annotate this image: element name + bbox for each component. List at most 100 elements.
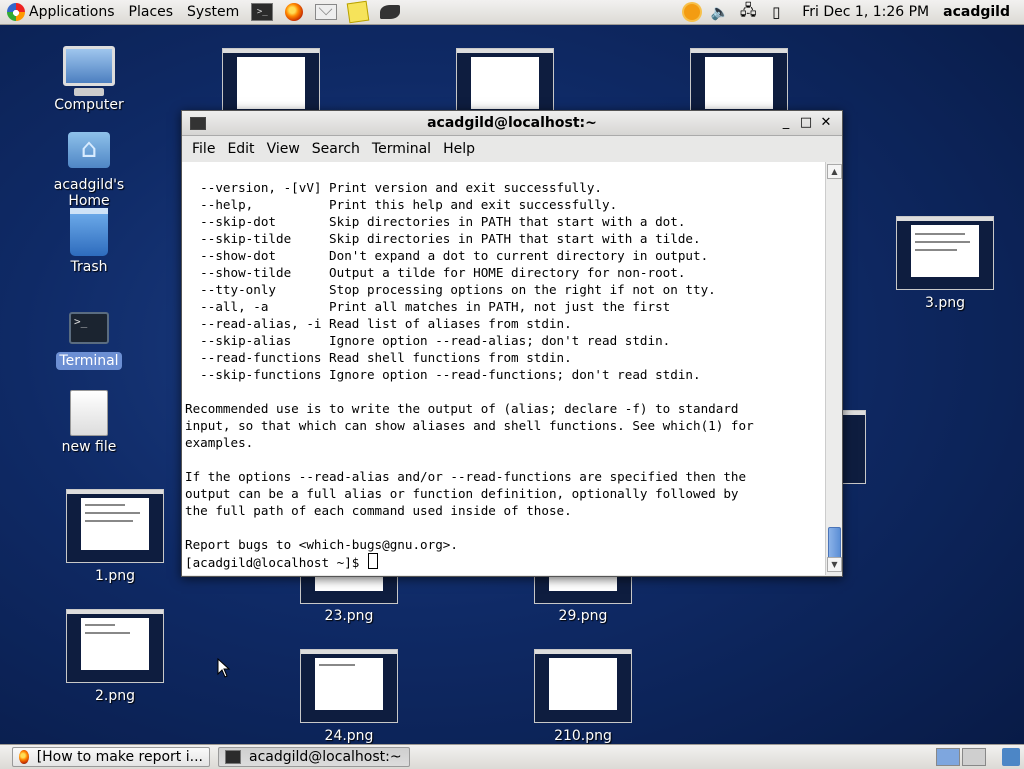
desktop-icon-computer[interactable]: Computer	[34, 46, 144, 114]
terminal-line: --read-alias, -i Read list of aliases fr…	[200, 316, 572, 331]
terminal-line: output can be a full alias or function d…	[185, 486, 739, 501]
notes-icon	[346, 0, 370, 24]
desktop-icon-trash[interactable]: Trash	[34, 208, 144, 276]
thumbnail-label: 24.png	[324, 728, 374, 744]
network-control[interactable]: 🖧	[738, 1, 758, 21]
dolphin-icon	[380, 5, 401, 19]
terminal-line: the full path of each command used insid…	[185, 503, 572, 518]
menu-terminal[interactable]: Terminal	[366, 141, 437, 157]
menu-file[interactable]: File	[186, 141, 221, 157]
desktop-icon-home[interactable]: acadgild's Home	[34, 132, 144, 210]
menu-view[interactable]: View	[261, 141, 306, 157]
firefox-launcher[interactable]	[282, 2, 306, 22]
taskbar-item-terminal[interactable]: acadgild@localhost:~	[218, 747, 410, 767]
desktop-icon-terminal[interactable]: >_ Terminal	[34, 312, 144, 370]
workspace-2[interactable]	[962, 748, 986, 766]
menu-search[interactable]: Search	[306, 141, 366, 157]
scroll-down-icon[interactable]: ▼	[827, 557, 842, 572]
terminal-line: Report bugs to <which-bugs@gnu.org>.	[185, 537, 458, 552]
text-cursor	[367, 553, 378, 569]
clock[interactable]: Fri Dec 1, 1:26 PM	[790, 4, 943, 20]
terminal-line: --version, -[vV] Print version and exit …	[200, 180, 603, 195]
thumbnail-label: 1.png	[94, 568, 135, 584]
mail-launcher[interactable]	[314, 2, 338, 22]
terminal-line: --show-tilde Output a tilde for HOME dir…	[200, 265, 686, 280]
thumbnail-24png[interactable]	[300, 649, 398, 723]
home-folder-icon	[68, 132, 110, 168]
terminal-text: --version, -[vV] Print version and exit …	[182, 162, 825, 571]
thumbnail-210png[interactable]	[534, 649, 632, 723]
terminal-line: --skip-alias Ignore option --read-alias;…	[200, 333, 671, 348]
battery-indicator[interactable]: ▯	[766, 3, 786, 21]
terminal-line: --skip-tilde Skip directories in PATH th…	[200, 231, 701, 246]
menu-help[interactable]: Help	[437, 141, 481, 157]
desktop-icon-label: new file	[61, 439, 117, 455]
terminal-line: If the options --read-alias and/or --rea…	[185, 469, 747, 484]
terminal-line: --show-dot Don't expand a dot to current…	[200, 248, 709, 263]
firefox-icon	[19, 750, 29, 764]
terminal-launcher[interactable]: >_	[250, 2, 274, 22]
desktop-icon-label: Computer	[54, 97, 124, 113]
top-panel: Applications Places System >_ 🔈 🖧 ▯ Fri …	[0, 0, 1024, 25]
scroll-up-icon[interactable]: ▲	[827, 164, 842, 179]
trash-applet-icon[interactable]	[1002, 748, 1020, 766]
window-menubar: File Edit View Search Terminal Help	[182, 136, 842, 163]
thumbnail-1png[interactable]	[66, 489, 164, 563]
places-menu[interactable]: Places	[122, 0, 181, 24]
terminal-scrollbar[interactable]: ▲ ▼	[825, 162, 842, 575]
gnome-foot-icon	[7, 3, 25, 21]
trash-icon	[70, 208, 108, 256]
terminal-line: --help, Print this help and exit success…	[200, 197, 618, 212]
volume-control[interactable]: 🔈	[710, 3, 730, 21]
minimize-button[interactable]: _	[776, 113, 796, 133]
desktop-icon-label: acadgild's Home	[53, 177, 125, 209]
window-titlebar[interactable]: acadgild@localhost:~ _ □ ✕	[182, 111, 842, 136]
terminal-line: examples.	[185, 435, 254, 450]
update-notifier[interactable]	[682, 3, 702, 21]
bottom-panel: [How to make report i... acadgild@localh…	[0, 744, 1024, 769]
shell-prompt: [acadgild@localhost ~]$	[185, 555, 367, 570]
terminal-icon: >_	[251, 3, 274, 21]
mail-icon	[315, 4, 338, 20]
terminal-line: --tty-only Stop processing options on th…	[200, 282, 716, 297]
applications-menu[interactable]: Applications	[0, 0, 122, 24]
desktop-icon-label: Terminal	[56, 352, 122, 370]
sun-icon	[684, 4, 701, 20]
dolphin-launcher[interactable]	[378, 2, 402, 22]
file-icon	[70, 390, 108, 436]
scrollbar-thumb[interactable]	[828, 527, 841, 559]
terminal-icon: >_	[69, 312, 109, 344]
battery-icon: ▯	[772, 3, 781, 21]
taskbar-item-firefox[interactable]: [How to make report i...	[12, 747, 210, 767]
terminal-window: acadgild@localhost:~ _ □ ✕ File Edit Vie…	[181, 110, 843, 577]
mouse-pointer-icon	[217, 658, 231, 678]
thumbnail-2png[interactable]	[66, 609, 164, 683]
terminal-line: --skip-functions Ignore option --read-fu…	[200, 367, 701, 382]
desktop-icon-new-file[interactable]: new file	[34, 390, 144, 456]
maximize-button[interactable]: □	[796, 113, 816, 133]
workspace-1[interactable]	[936, 748, 960, 766]
terminal-line: --all, -a Print all matches in PATH, not…	[200, 299, 671, 314]
taskbar-item-label: acadgild@localhost:~	[249, 749, 402, 765]
taskbar-item-label: [How to make report i...	[36, 749, 203, 765]
thumbnail-label: 23.png	[324, 608, 374, 624]
terminal-icon	[225, 750, 241, 764]
window-title: acadgild@localhost:~	[427, 115, 597, 131]
thumbnail-label: 210.png	[554, 728, 612, 744]
close-button[interactable]: ✕	[816, 113, 836, 133]
thumbnail-label: 2.png	[94, 688, 135, 704]
menu-edit[interactable]: Edit	[221, 141, 260, 157]
desktop-icon-label: Trash	[70, 259, 108, 275]
speaker-icon: 🔈	[710, 3, 730, 21]
thumbnail-label: 29.png	[558, 608, 608, 624]
applications-menu-label: Applications	[29, 4, 115, 20]
user-menu[interactable]: acadgild	[943, 4, 1024, 20]
thumbnail-3png[interactable]	[896, 216, 994, 290]
system-tray: 🔈 🖧 ▯ Fri Dec 1, 1:26 PM acadgild	[678, 0, 1024, 24]
system-menu[interactable]: System	[180, 0, 246, 24]
terminal-line: Recommended use is to write the output o…	[185, 401, 739, 416]
notes-launcher[interactable]	[346, 0, 370, 24]
thumbnail-label: 3.png	[924, 295, 965, 311]
terminal-line: input, so that which can show aliases an…	[185, 418, 754, 433]
terminal-output[interactable]: --version, -[vV] Print version and exit …	[182, 162, 825, 575]
